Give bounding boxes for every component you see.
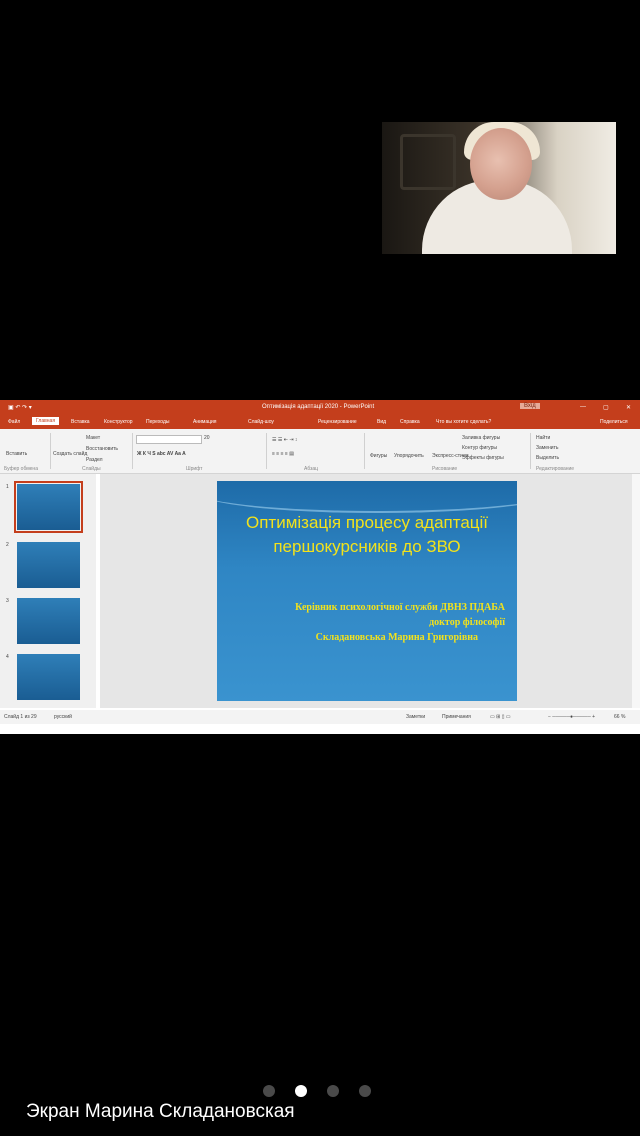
slide-subtitle: Керівник психологічної служби ДВНЗ ПДАБА… — [237, 600, 505, 645]
list-buttons[interactable]: ☰ ☰ ⇤ ⇥ ↕ — [272, 437, 297, 443]
tab-transitions[interactable]: Переходы — [146, 419, 169, 425]
language-indicator[interactable]: русский — [54, 714, 72, 720]
ribbon-tabs: Файл Главная Вставка Конструктор Переход… — [0, 415, 640, 429]
thumbnail-number: 4 — [6, 654, 9, 660]
sign-in-button[interactable]: Вхід — [520, 403, 540, 409]
canvas-scrollbar[interactable] — [632, 474, 640, 708]
shape-fill-button[interactable]: Заливка фигуры — [462, 435, 500, 441]
section-button[interactable]: Раздел — [86, 457, 103, 463]
tab-animation[interactable]: Анимация — [193, 419, 216, 425]
page-dot[interactable] — [359, 1085, 371, 1097]
replace-button[interactable]: Заменить — [536, 445, 558, 451]
shape-effects-button[interactable]: Эффекты фигуры — [462, 455, 504, 461]
maximize-icon[interactable]: ▢ — [603, 404, 609, 411]
current-slide[interactable]: Оптимізація процесу адаптації першокурсн… — [217, 481, 517, 701]
tab-help[interactable]: Справка — [400, 419, 420, 425]
thumbnail-number: 3 — [6, 598, 9, 604]
group-label-clipboard: Буфер обмена — [4, 466, 38, 472]
tab-file[interactable]: Файл — [8, 419, 20, 425]
thumbnail-number: 2 — [6, 542, 9, 548]
tab-review[interactable]: Рецензирование — [318, 419, 357, 425]
participant-video-tile[interactable] — [382, 122, 616, 254]
thumbnail-number: 1 — [6, 484, 9, 490]
subtitle-line: доктор філософії — [429, 617, 505, 628]
layout-button[interactable]: Макет — [86, 435, 100, 441]
tab-design[interactable]: Конструктор — [104, 419, 133, 425]
new-slide-button[interactable]: Создать слайд — [53, 451, 87, 457]
page-dot[interactable] — [327, 1085, 339, 1097]
font-size-dropdown[interactable]: 20 — [204, 435, 210, 441]
group-label-drawing: Рисование — [432, 466, 458, 472]
paste-button[interactable]: Вставить — [6, 451, 27, 457]
slide-thumbnail[interactable] — [17, 542, 80, 588]
group-label-font: Шрифт — [186, 466, 203, 472]
group-label-slides: Слайды — [82, 466, 101, 472]
view-buttons[interactable]: ▭ ⊞ ▯ ▭ — [490, 714, 511, 720]
shape-outline-button[interactable]: Контур фигуры — [462, 445, 497, 451]
slide-counter: Слайд 1 из 29 — [4, 714, 37, 720]
tab-slideshow[interactable]: Слайд-шоу — [248, 419, 274, 425]
notes-button[interactable]: Заметки — [406, 714, 425, 720]
group-label-editing: Редактирование — [536, 466, 575, 472]
window-title: Оптимізація адаптації 2020 - PowerPoint — [262, 404, 375, 410]
share-button[interactable]: Поделиться — [600, 419, 628, 425]
slide-thumbnail[interactable] — [14, 481, 83, 533]
align-buttons[interactable]: ≡ ≡ ≡ ≡ ▤ — [272, 451, 294, 457]
slide-wave-decoration — [217, 481, 517, 513]
tab-view[interactable]: Вид — [377, 419, 386, 425]
wall-decoration — [400, 134, 456, 190]
slide-thumbnail-pane: 1 2 3 4 — [0, 474, 96, 708]
slide-thumbnail[interactable] — [17, 598, 80, 644]
powerpoint-titlebar: ▣ ↶ ↷ ▾ Оптимізація адаптації 2020 - Pow… — [0, 400, 640, 415]
bold-button[interactable]: Ж К Ч S abc AV Aa A — [137, 451, 186, 457]
zoom-level[interactable]: 66 % — [614, 714, 625, 720]
page-dot[interactable] — [263, 1085, 275, 1097]
slide-title: Оптимізація процесу адаптації першокурсн… — [245, 513, 489, 556]
shapes-button[interactable]: Фигуры — [370, 453, 387, 459]
status-bar: Слайд 1 из 29 русский Заметки Примечания… — [0, 710, 640, 724]
participant-face — [470, 128, 532, 200]
screen-share-caption: Экран Марина Складановская — [26, 1101, 295, 1122]
zoom-slider[interactable]: − ─────●───── + — [548, 714, 595, 720]
slide-thumbnail[interactable] — [17, 654, 80, 700]
save-icon[interactable]: ▣ ↶ ↷ ▾ — [8, 404, 32, 411]
close-icon[interactable]: ✕ — [626, 404, 631, 411]
font-name-dropdown[interactable] — [136, 435, 202, 444]
comments-button[interactable]: Примечания — [442, 714, 471, 720]
tell-me-search[interactable]: Что вы хотите сделать? — [436, 419, 491, 425]
tab-home[interactable]: Главная — [32, 417, 60, 425]
ribbon-home: Вставить Создать слайд Макет Восстановит… — [0, 429, 640, 474]
reset-button[interactable]: Восстановить — [86, 446, 118, 452]
find-button[interactable]: Найти — [536, 435, 550, 441]
minimize-icon[interactable]: — — [580, 404, 586, 410]
subtitle-line: Складановська Марина Григорівна — [315, 632, 478, 643]
select-button[interactable]: Выделить — [536, 455, 559, 461]
tab-insert[interactable]: Вставка — [71, 419, 90, 425]
group-label-paragraph: Абзац — [304, 466, 319, 472]
subtitle-line: Керівник психологічної служби ДВНЗ ПДАБА — [295, 602, 505, 613]
arrange-button[interactable]: Упорядочить — [394, 453, 424, 459]
page-dot-active[interactable] — [295, 1085, 307, 1097]
